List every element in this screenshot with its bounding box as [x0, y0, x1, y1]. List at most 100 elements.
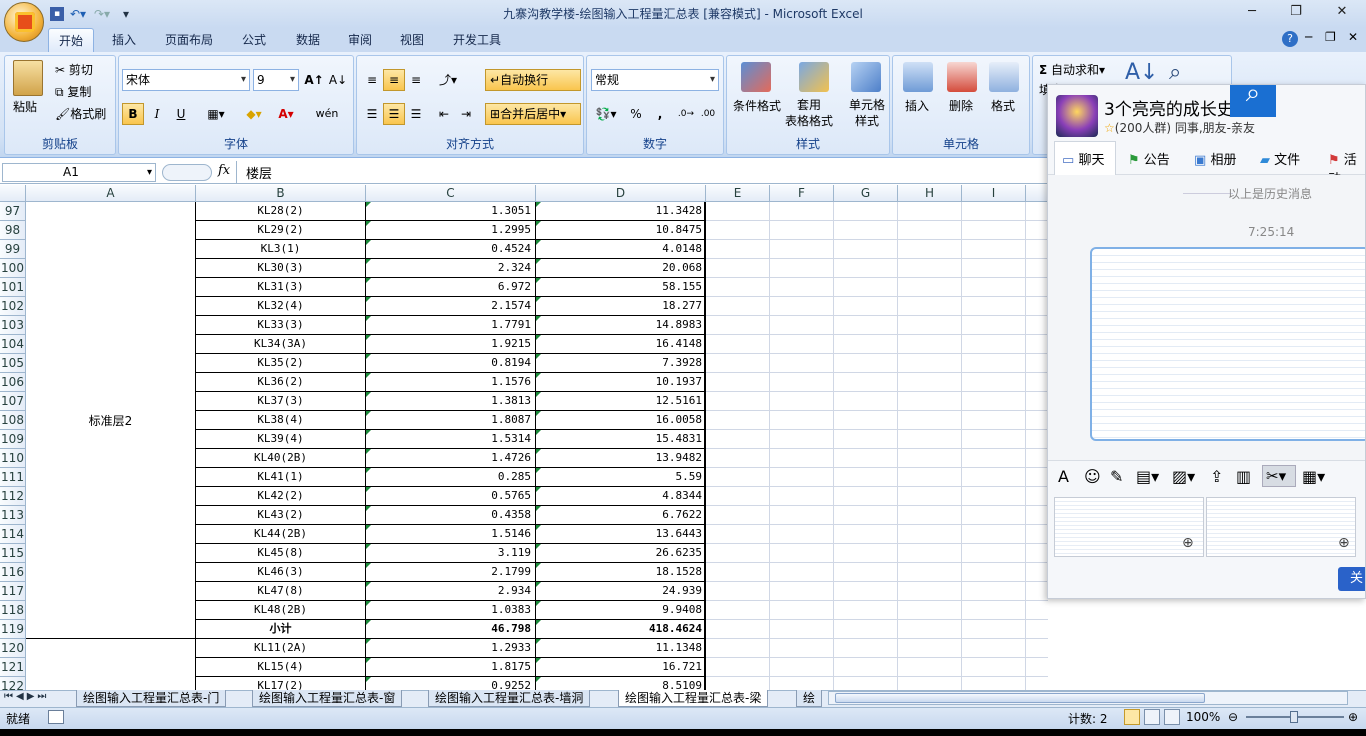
empty-cells-row[interactable]: [706, 449, 1048, 468]
orientation-icon[interactable]: ⤴▾: [433, 69, 463, 91]
cell-d[interactable]: 18.1528: [536, 563, 706, 582]
cell-c[interactable]: 1.3051: [366, 202, 536, 221]
cell-d[interactable]: 16.4148: [536, 335, 706, 354]
cell-d[interactable]: 12.5161: [536, 392, 706, 411]
grow-font-icon[interactable]: A↑: [303, 69, 325, 91]
shake-icon[interactable]: ✎: [1110, 467, 1123, 486]
empty-cells-row[interactable]: [706, 202, 1048, 221]
empty-cells-row[interactable]: [706, 335, 1048, 354]
page-break-view-icon[interactable]: [1164, 709, 1180, 725]
row-header[interactable]: 121: [0, 658, 26, 677]
align-bottom-icon[interactable]: ≡: [405, 69, 427, 91]
cell-d[interactable]: 16.721: [536, 658, 706, 677]
undo-icon[interactable]: ↶▾: [68, 5, 88, 23]
sheet-nav-arrows-icon[interactable]: ⏮◀▶⏭: [4, 691, 49, 702]
zoom-out-icon[interactable]: ⊖: [1228, 710, 1238, 724]
tab-review[interactable]: 审阅: [336, 28, 384, 52]
empty-cells-row[interactable]: [706, 601, 1048, 620]
empty-cells-row[interactable]: [706, 620, 1048, 639]
minimize-button[interactable]: ─: [1238, 2, 1266, 22]
cell-b[interactable]: KL42(2): [196, 487, 366, 506]
cell-c[interactable]: 1.7791: [366, 316, 536, 335]
cell-c[interactable]: 0.8194: [366, 354, 536, 373]
tab-developer[interactable]: 开发工具: [442, 28, 512, 52]
cell-d[interactable]: 24.939: [536, 582, 706, 601]
cell-c[interactable]: 1.8087: [366, 411, 536, 430]
empty-cells-row[interactable]: [706, 411, 1048, 430]
align-middle-icon[interactable]: ≡: [383, 69, 405, 91]
cell-c[interactable]: 1.5314: [366, 430, 536, 449]
cell-c[interactable]: 46.798: [366, 620, 536, 639]
column-header-i[interactable]: I: [962, 185, 1026, 202]
scroll-thumb[interactable]: [835, 693, 1205, 703]
zoom-thumbnail-icon-2[interactable]: ⊕: [1338, 535, 1350, 551]
row-header[interactable]: 99: [0, 240, 26, 259]
empty-cells-row[interactable]: [706, 259, 1048, 278]
tab-formulas[interactable]: 公式: [230, 28, 278, 52]
cell-d[interactable]: 13.9482: [536, 449, 706, 468]
ribbon-restore-icon[interactable]: ❐: [1325, 30, 1336, 44]
tab-view[interactable]: 视图: [388, 28, 436, 52]
cell-b[interactable]: KL36(2): [196, 373, 366, 392]
cell-c[interactable]: 6.972: [366, 278, 536, 297]
normal-view-icon[interactable]: [1124, 709, 1140, 725]
merged-floor-cell-next[interactable]: [26, 639, 196, 690]
page-layout-view-icon[interactable]: [1144, 709, 1160, 725]
office-button[interactable]: [4, 2, 44, 42]
column-header-g[interactable]: G: [834, 185, 898, 202]
zoom-slider-thumb[interactable]: [1290, 711, 1298, 723]
align-center-icon[interactable]: ☰: [383, 103, 405, 125]
cell-d[interactable]: 7.3928: [536, 354, 706, 373]
row-header[interactable]: 114: [0, 525, 26, 544]
percent-button[interactable]: %: [625, 103, 647, 125]
cell-b[interactable]: 小计: [196, 620, 366, 639]
shrink-font-icon[interactable]: A↓: [327, 69, 349, 91]
pasted-thumbnail-2[interactable]: [1206, 497, 1356, 557]
column-header-d[interactable]: D: [536, 185, 706, 202]
wrap-text-button[interactable]: ↵自动换行: [485, 69, 581, 91]
ribbon-minimize-icon[interactable]: ─: [1305, 30, 1312, 44]
empty-cells-row[interactable]: [706, 221, 1048, 240]
cell-d[interactable]: 6.7622: [536, 506, 706, 525]
cell-b[interactable]: KL30(3): [196, 259, 366, 278]
empty-cells-row[interactable]: [706, 354, 1048, 373]
formula-input[interactable]: 楼层: [246, 163, 272, 182]
cell-d[interactable]: 20.068: [536, 259, 706, 278]
row-header[interactable]: 113: [0, 506, 26, 525]
gift-icon[interactable]: ▤▾: [1136, 467, 1159, 486]
close-chat-button[interactable]: 关: [1338, 567, 1365, 591]
cell-d[interactable]: 10.8475: [536, 221, 706, 240]
select-all-corner[interactable]: [0, 185, 26, 202]
cell-c[interactable]: 1.2933: [366, 639, 536, 658]
bold-button[interactable]: B: [122, 103, 144, 125]
align-top-icon[interactable]: ≡: [361, 69, 383, 91]
cell-c[interactable]: 2.1574: [366, 297, 536, 316]
cell-c[interactable]: 2.324: [366, 259, 536, 278]
delete-cells-button[interactable]: 删除: [949, 97, 973, 114]
cell-c[interactable]: 1.2995: [366, 221, 536, 240]
row-header[interactable]: 106: [0, 373, 26, 392]
cell-b[interactable]: KL37(3): [196, 392, 366, 411]
cell-b[interactable]: KL43(2): [196, 506, 366, 525]
cell-d[interactable]: 10.1937: [536, 373, 706, 392]
column-header-b[interactable]: B: [196, 185, 366, 202]
autosum-button[interactable]: Σ 自动求和▾: [1039, 61, 1105, 78]
column-header-c[interactable]: C: [366, 185, 536, 202]
cell-b[interactable]: KL46(3): [196, 563, 366, 582]
sheet-tab-window[interactable]: 绘图输入工程量汇总表-窗: [252, 690, 403, 707]
increase-decimal-icon[interactable]: .0→: [675, 103, 697, 125]
save-icon[interactable]: ▪: [50, 7, 64, 21]
empty-cells-row[interactable]: [706, 563, 1048, 582]
merge-center-button[interactable]: ⊞合并后居中▾: [485, 103, 581, 125]
row-header[interactable]: 116: [0, 563, 26, 582]
cell-d[interactable]: 13.6443: [536, 525, 706, 544]
chat-tab-notice[interactable]: ⚑ 公告: [1128, 149, 1170, 168]
row-header[interactable]: 110: [0, 449, 26, 468]
image-icon[interactable]: ▨▾: [1172, 467, 1195, 486]
fill-color-icon[interactable]: ◆▾: [243, 103, 265, 125]
decrease-decimal-icon[interactable]: .00: [697, 103, 719, 125]
font-size-select[interactable]: 9: [253, 69, 299, 91]
empty-cells-row[interactable]: [706, 430, 1048, 449]
close-button[interactable]: ✕: [1328, 2, 1356, 22]
column-header-e[interactable]: E: [706, 185, 770, 202]
